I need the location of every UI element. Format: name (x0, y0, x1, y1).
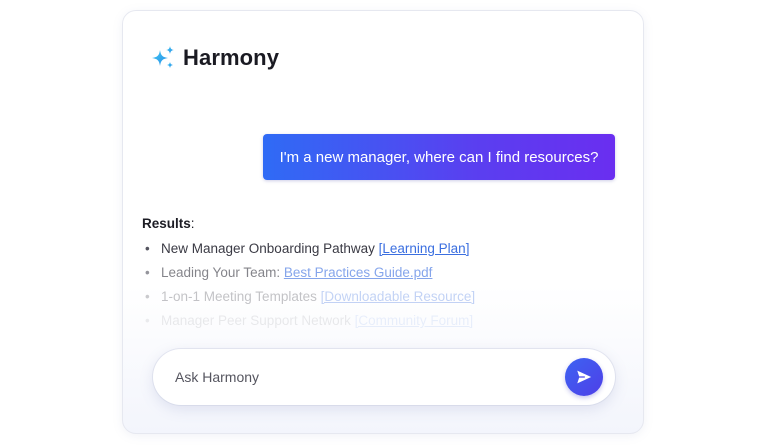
result-text: New Manager Onboarding Pathway (161, 241, 379, 256)
list-item: • Leading Your Team: Best Practices Guide… (145, 261, 625, 285)
result-text: Leading Your Team: (161, 265, 284, 280)
results-heading: Results: (142, 216, 195, 231)
bullet: • (145, 265, 150, 280)
bullet: • (145, 313, 150, 328)
send-button[interactable] (565, 358, 603, 396)
sparkles-icon (152, 46, 174, 68)
ask-input[interactable] (173, 368, 547, 386)
user-message-text: I'm a new manager, where can I find reso… (279, 148, 599, 166)
brand-header: Harmony (149, 44, 279, 72)
results-heading-colon: : (190, 216, 195, 231)
send-icon (577, 370, 592, 384)
list-item: • Manager Peer Support Network [Community… (145, 309, 625, 333)
list-item: • 1-on-1 Meeting Templates [Downloadable … (145, 285, 625, 309)
results-heading-label: Results (142, 216, 191, 231)
result-link[interactable]: [Downloadable Resource] (321, 289, 476, 304)
result-link[interactable]: [Learning Plan] (379, 241, 470, 256)
result-link[interactable]: [Community Forum] (355, 313, 474, 328)
result-link[interactable]: Best Practices Guide.pdf (284, 265, 433, 280)
user-message-bubble: I'm a new manager, where can I find reso… (263, 134, 615, 180)
results-list: • New Manager Onboarding Pathway [Learnin… (145, 237, 625, 333)
app-title: Harmony (183, 45, 280, 70)
bullet: • (145, 289, 150, 304)
page: Harmony I'm a new manager, where can I f… (0, 0, 768, 445)
result-text: Manager Peer Support Network (161, 313, 355, 328)
result-text: 1-on-1 Meeting Templates (161, 289, 321, 304)
chat-panel: Harmony I'm a new manager, where can I f… (122, 10, 644, 434)
list-item: • New Manager Onboarding Pathway [Learnin… (145, 237, 625, 261)
ask-input-bar (153, 349, 615, 405)
bullet: • (145, 241, 150, 256)
